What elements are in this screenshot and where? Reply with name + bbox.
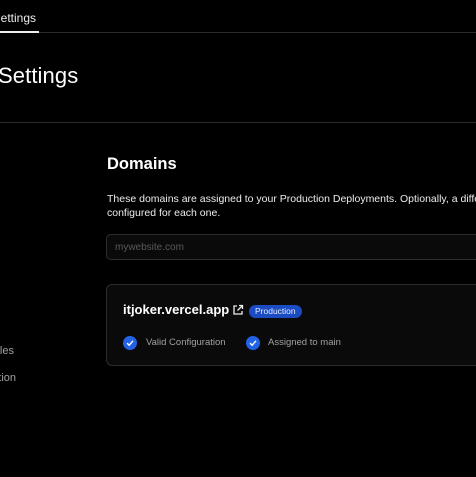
active-tab-indicator [0, 31, 39, 33]
section-title: Domains [107, 155, 177, 173]
description-line: These domains are assigned to your Produ… [107, 193, 476, 205]
domain-input[interactable] [106, 234, 476, 260]
sidebar-item-integration[interactable]: Integration [0, 372, 16, 384]
domain-link[interactable]: itjoker.vercel.app [123, 302, 229, 317]
status-valid-configuration: Valid Configuration [146, 337, 226, 348]
production-badge: Production [249, 305, 302, 318]
top-navigation: Settings [0, 0, 476, 33]
tab-settings-label: Settings [0, 11, 36, 25]
page-title: Settings [0, 63, 79, 88]
external-link-icon[interactable] [232, 304, 244, 316]
tab-settings[interactable]: Settings [0, 9, 39, 33]
header-divider [0, 122, 476, 123]
description-line: configured for each one. [107, 207, 221, 219]
sidebar-item-environment-variables[interactable]: Environment Variables [0, 345, 14, 357]
check-circle-icon [123, 336, 137, 350]
section-description: These domains are assigned to your Produ… [107, 192, 476, 222]
status-assigned-branch: Assigned to main [268, 337, 341, 348]
domain-card: itjoker.vercel.app Production Valid Conf… [106, 284, 476, 366]
check-circle-icon [246, 336, 260, 350]
